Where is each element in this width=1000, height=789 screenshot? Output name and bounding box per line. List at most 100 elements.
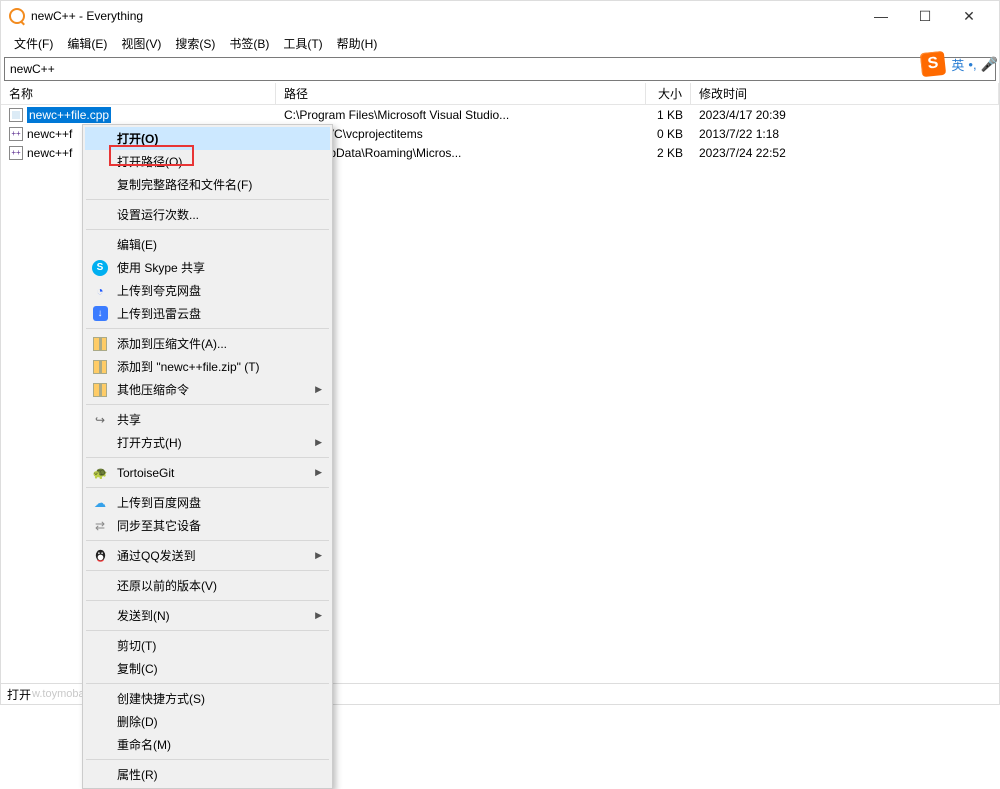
ctx-label: 上传到迅雷云盘 (117, 305, 306, 322)
ctx-xunlei-upload[interactable]: ↓ 上传到迅雷云盘 (85, 302, 330, 325)
file-modified: 2023/4/17 20:39 (691, 108, 999, 122)
ctx-label: 发送到(N) (117, 607, 306, 624)
ctx-add-to-named-zip[interactable]: 添加到 "newc++file.zip" (T) (85, 355, 330, 378)
ctx-label: 打开(O) (117, 130, 306, 147)
file-row[interactable]: newc++file.cpp C:\Program Files\Microsof… (1, 105, 999, 124)
ctx-label: 通过QQ发送到 (117, 547, 306, 564)
file-icon (9, 127, 23, 141)
submenu-arrow-icon: ▶ (315, 384, 322, 395)
file-name: newc++f (27, 127, 72, 141)
ctx-label: 上传到夸克网盘 (117, 282, 306, 299)
ctx-label: 复制完整路径和文件名(F) (117, 176, 306, 193)
blank-icon (91, 577, 109, 595)
file-modified: 2013/7/22 1:18 (691, 127, 999, 141)
ctx-open-with[interactable]: 打开方式(H) ▶ (85, 431, 330, 454)
menu-help[interactable]: 帮助(H) (330, 32, 385, 55)
ctx-rename[interactable]: 重命名(M) (85, 733, 330, 756)
ctx-copy[interactable]: 复制(C) (85, 657, 330, 680)
close-button[interactable]: ✕ (947, 2, 991, 30)
separator (86, 404, 329, 405)
qq-icon (91, 547, 109, 565)
ctx-skype-share[interactable]: S 使用 Skype 共享 (85, 256, 330, 279)
ctx-cut[interactable]: 剪切(T) (85, 634, 330, 657)
ctx-other-archive[interactable]: 其他压缩命令 ▶ (85, 378, 330, 401)
ctx-label: 剪切(T) (117, 637, 306, 654)
ctx-label: 共享 (117, 411, 306, 428)
ctx-open-path[interactable]: 打开路径(O) (85, 150, 330, 173)
ctx-share[interactable]: ↪ 共享 (85, 408, 330, 431)
blank-icon (91, 660, 109, 678)
blank-icon (91, 713, 109, 731)
file-size: 1 KB (646, 108, 691, 122)
menu-tools[interactable]: 工具(T) (276, 32, 329, 55)
blank-icon (91, 176, 109, 194)
minimize-button[interactable]: — (859, 2, 903, 30)
context-menu: 打开(O) 打开路径(O) 复制完整路径和文件名(F) 设置运行次数... 编辑… (82, 124, 333, 789)
ctx-label: 其他压缩命令 (117, 381, 306, 398)
header-name[interactable]: 名称 (1, 83, 276, 104)
mic-icon: 🎤 (981, 56, 998, 73)
ctx-properties[interactable]: 属性(R) (85, 763, 330, 786)
separator (86, 630, 329, 631)
ctx-label: 同步至其它设备 (117, 517, 306, 534)
zip-icon (91, 381, 109, 399)
ctx-set-run-count[interactable]: 设置运行次数... (85, 203, 330, 226)
ctx-sync-devices[interactable]: ⇄ 同步至其它设备 (85, 514, 330, 537)
blank-icon (91, 130, 109, 148)
ime-lang: 英 (951, 55, 964, 74)
separator (86, 759, 329, 760)
window-title: newC++ - Everything (31, 9, 859, 23)
file-size: 2 KB (646, 146, 691, 160)
submenu-arrow-icon: ▶ (315, 610, 322, 621)
submenu-arrow-icon: ▶ (315, 467, 322, 478)
menu-file[interactable]: 文件(F) (7, 32, 60, 55)
file-icon (9, 108, 23, 122)
title-bar: newC++ - Everything — ☐ ✕ (1, 1, 999, 31)
blank-icon (91, 153, 109, 171)
ctx-send-qq[interactable]: 通过QQ发送到 ▶ (85, 544, 330, 567)
menu-bookmarks[interactable]: 书签(B) (222, 32, 276, 55)
ime-indicator[interactable]: S 英 •, 🎤 (921, 52, 998, 76)
ctx-label: 编辑(E) (117, 236, 306, 253)
ctx-open[interactable]: 打开(O) (85, 127, 330, 150)
header-modified[interactable]: 修改时间 (691, 83, 999, 104)
menu-edit[interactable]: 编辑(E) (60, 32, 114, 55)
ctx-label: 复制(C) (117, 660, 306, 677)
menu-view[interactable]: 视图(V) (114, 32, 168, 55)
file-size: 0 KB (646, 127, 691, 141)
ctx-add-to-archive[interactable]: 添加到压缩文件(A)... (85, 332, 330, 355)
sync-icon: ⇄ (91, 517, 109, 535)
menu-bar: 文件(F) 编辑(E) 视图(V) 搜索(S) 书签(B) 工具(T) 帮助(H… (1, 31, 999, 55)
search-input[interactable] (5, 58, 995, 80)
file-name: newc++f (27, 146, 72, 160)
separator (86, 570, 329, 571)
zip-icon (91, 335, 109, 353)
ctx-send-to[interactable]: 发送到(N) ▶ (85, 604, 330, 627)
ctx-label: TortoiseGit (117, 466, 306, 480)
header-path[interactable]: 路径 (276, 83, 646, 104)
ctx-previous-versions[interactable]: 还原以前的版本(V) (85, 574, 330, 597)
ctx-create-shortcut[interactable]: 创建快捷方式(S) (85, 687, 330, 710)
menu-search[interactable]: 搜索(S) (168, 32, 222, 55)
ctx-quark-upload[interactable]: ◔ 上传到夸克网盘 (85, 279, 330, 302)
separator (86, 199, 329, 200)
blank-icon (91, 766, 109, 784)
maximize-button[interactable]: ☐ (903, 2, 947, 30)
ctx-label: 上传到百度网盘 (117, 494, 306, 511)
ctx-baidu-upload[interactable]: ☁ 上传到百度网盘 (85, 491, 330, 514)
quark-icon: ◔ (91, 282, 109, 300)
ctx-delete[interactable]: 删除(D) (85, 710, 330, 733)
separator (86, 683, 329, 684)
header-size[interactable]: 大小 (646, 83, 691, 104)
blank-icon (91, 434, 109, 452)
ctx-label: 设置运行次数... (117, 206, 306, 223)
ctx-tortoisegit[interactable]: 🐢 TortoiseGit ▶ (85, 461, 330, 484)
submenu-arrow-icon: ▶ (315, 437, 322, 448)
ctx-label: 创建快捷方式(S) (117, 690, 306, 707)
blank-icon (91, 236, 109, 254)
ctx-label: 添加到 "newc++file.zip" (T) (117, 358, 306, 375)
ctx-copy-full-path[interactable]: 复制完整路径和文件名(F) (85, 173, 330, 196)
ctx-edit[interactable]: 编辑(E) (85, 233, 330, 256)
separator (86, 457, 329, 458)
file-icon (9, 146, 23, 160)
